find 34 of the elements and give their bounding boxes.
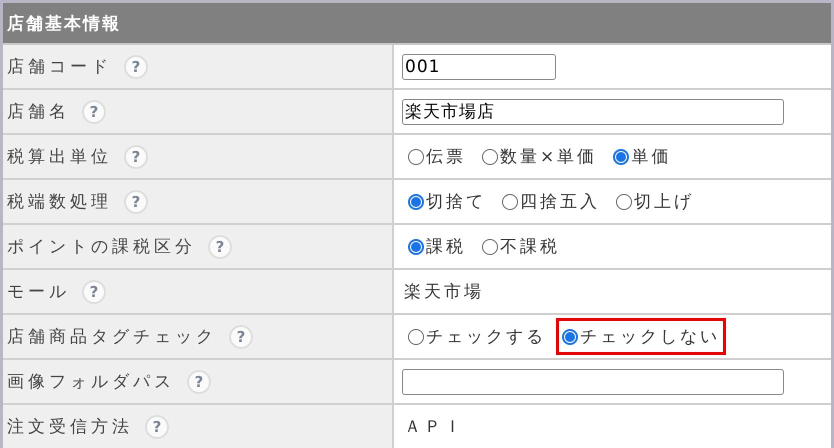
section-title: 店舗基本情報 bbox=[7, 12, 121, 34]
field-label: 店舗名 bbox=[7, 101, 70, 123]
help-icon[interactable]: ? bbox=[208, 234, 232, 258]
field-value: ＡＰＩ bbox=[403, 416, 464, 438]
field-label: 注文受信方法 bbox=[7, 416, 133, 438]
help-icon[interactable]: ? bbox=[124, 54, 148, 78]
radio-option[interactable]: 伝票 bbox=[402, 138, 472, 175]
radio-option[interactable]: 不課税 bbox=[476, 228, 566, 265]
radio-option[interactable]: 数量×単価 bbox=[476, 138, 604, 175]
radio-option[interactable]: 四捨五入 bbox=[496, 183, 606, 220]
help-icon[interactable]: ? bbox=[229, 324, 253, 348]
field-label: 税端数処理 bbox=[7, 191, 112, 213]
radio-option[interactable]: 切捨て bbox=[402, 183, 492, 220]
help-icon[interactable]: ? bbox=[124, 144, 148, 168]
text-field[interactable]: 001 bbox=[402, 54, 556, 80]
text-field[interactable]: 楽天市場店 bbox=[402, 98, 784, 124]
field-label: 画像フォルダパス bbox=[7, 371, 175, 393]
help-icon[interactable]: ? bbox=[82, 100, 106, 124]
field-label: 税算出単位 bbox=[7, 146, 112, 168]
radio-option[interactable]: 切上げ bbox=[610, 183, 700, 220]
field-label: ポイントの課税区分 bbox=[7, 236, 196, 258]
radio-option[interactable]: チェックしない bbox=[556, 318, 726, 355]
help-icon[interactable]: ? bbox=[124, 190, 148, 214]
help-icon[interactable]: ? bbox=[82, 280, 106, 304]
radio-option[interactable]: チェックする bbox=[402, 318, 552, 355]
radio-option[interactable]: 課税 bbox=[402, 228, 472, 265]
text-field[interactable] bbox=[402, 368, 784, 394]
field-label: 店舗商品タグチェック bbox=[7, 326, 217, 348]
field-label: 店舗コード bbox=[7, 56, 112, 78]
help-icon[interactable]: ? bbox=[187, 370, 211, 394]
radio-option[interactable]: 単価 bbox=[607, 138, 678, 175]
field-value: 楽天市場 bbox=[403, 281, 484, 303]
help-icon[interactable]: ? bbox=[145, 414, 169, 438]
field-label: モール bbox=[7, 281, 70, 303]
